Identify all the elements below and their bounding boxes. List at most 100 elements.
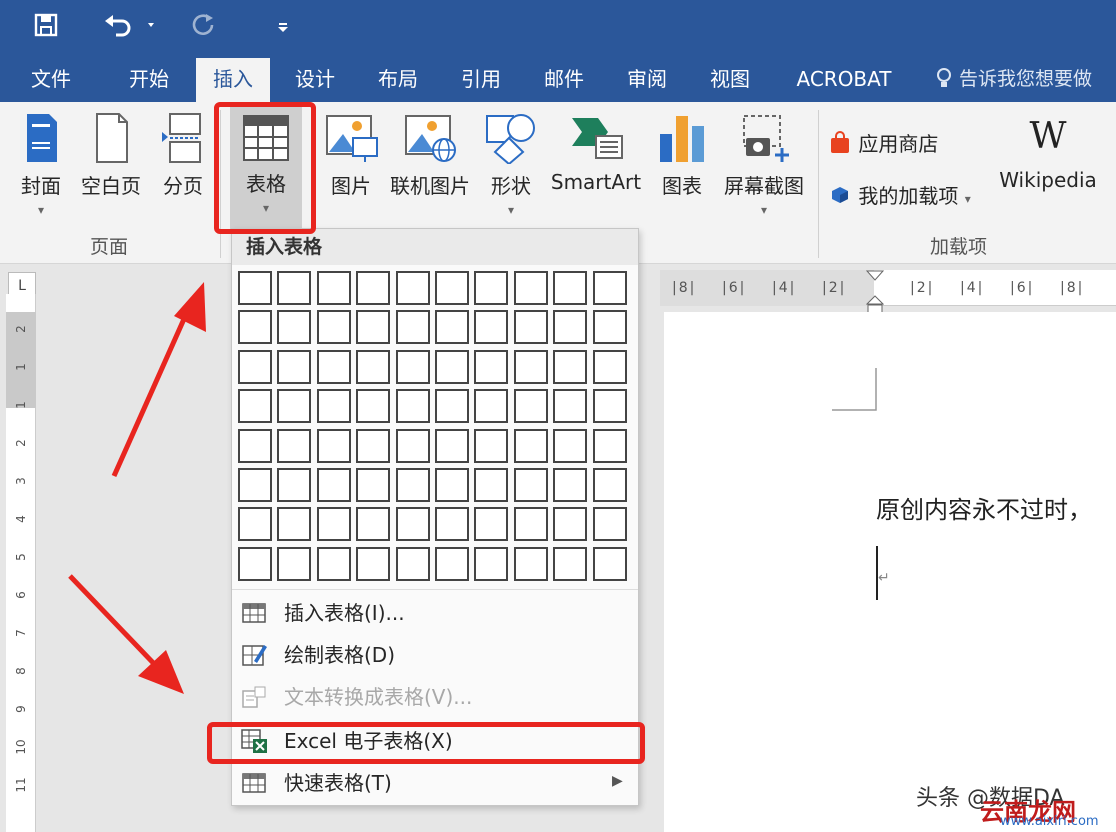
table-grid-cell[interactable] [238,310,272,345]
table-grid-cell[interactable] [592,271,627,305]
table-grid-cell[interactable] [238,349,272,384]
table-grid-cell[interactable] [553,389,588,424]
tab-references[interactable]: 引用 [444,58,518,102]
table-grid-cell[interactable] [513,428,548,463]
table-grid-cell[interactable] [238,428,272,463]
table-grid-cell[interactable] [356,428,391,463]
table-grid-cell[interactable] [435,546,469,581]
tab-file[interactable]: 文件 [14,58,88,102]
table-grid-cell[interactable] [553,468,588,502]
table-grid-cell[interactable] [238,546,272,581]
wikipedia-button[interactable]: W Wikipedia [996,112,1100,222]
table-grid-cell[interactable] [592,428,627,463]
table-grid-cell[interactable] [277,349,312,384]
tell-me-box[interactable]: 告诉我您想要做 [935,58,1092,102]
table-grid-cell[interactable] [513,271,548,305]
table-grid-cell[interactable] [277,389,312,424]
table-grid-cell[interactable] [316,310,351,345]
table-grid-cell[interactable] [435,389,469,424]
table-grid-cell[interactable] [356,349,391,384]
store-button[interactable]: 应用商店 [828,128,938,157]
table-grid-cell[interactable] [592,468,627,502]
table-grid-cell[interactable] [316,389,351,424]
table-grid-cell[interactable] [238,271,272,305]
table-grid-cell[interactable] [513,468,548,502]
table-grid-cell[interactable] [277,310,312,345]
table-grid-cell[interactable] [356,271,391,305]
table-grid-cell[interactable] [474,271,509,305]
table-grid-cell[interactable] [553,271,588,305]
table-grid-cell[interactable] [474,468,509,502]
pictures-button[interactable]: 图片 [320,112,382,222]
table-grid-cell[interactable] [316,428,351,463]
table-grid-cell[interactable] [513,546,548,581]
undo-icon[interactable] [100,12,160,47]
customize-icon[interactable] [270,12,296,47]
table-grid-cell[interactable] [592,546,627,581]
table-grid-cell[interactable] [395,507,430,542]
table-grid-cell[interactable] [395,349,430,384]
table-grid-cell[interactable] [356,507,391,542]
chart-button[interactable]: 图表 [652,112,712,222]
table-grid-cell[interactable] [553,428,588,463]
table-grid-cell[interactable] [238,468,272,502]
table-size-grid[interactable] [238,271,632,585]
table-grid-cell[interactable] [592,349,627,384]
screenshot-button[interactable]: 屏幕截图 ▾ [716,112,812,222]
table-grid-cell[interactable] [395,271,430,305]
table-grid-cell[interactable] [474,507,509,542]
table-grid-cell[interactable] [474,546,509,581]
table-grid-cell[interactable] [395,310,430,345]
tab-acrobat[interactable]: ACROBAT [785,58,903,102]
table-grid-cell[interactable] [316,546,351,581]
menu-item-insert-table[interactable]: 插入表格(I)... [232,593,638,633]
tab-view[interactable]: 视图 [693,58,767,102]
menu-item-draw-table[interactable]: 绘制表格(D) [232,635,638,675]
table-grid-cell[interactable] [474,310,509,345]
table-grid-cell[interactable] [277,546,312,581]
table-grid-cell[interactable] [474,349,509,384]
table-grid-cell[interactable] [553,310,588,345]
table-grid-cell[interactable] [435,468,469,502]
online-pictures-button[interactable]: 联机图片 [388,112,472,222]
page-break-button[interactable]: 分页 [154,112,212,222]
table-grid-cell[interactable] [513,310,548,345]
table-grid-cell[interactable] [592,310,627,345]
table-grid-cell[interactable] [435,310,469,345]
blank-page-button[interactable]: 空白页 [76,112,146,222]
shapes-button[interactable]: 形状 ▾ [482,112,540,222]
save-icon[interactable] [28,12,64,47]
table-grid-cell[interactable] [277,428,312,463]
table-grid-cell[interactable] [316,271,351,305]
tab-insert[interactable]: 插入 [196,58,270,102]
table-grid-cell[interactable] [474,428,509,463]
table-grid-cell[interactable] [474,389,509,424]
document-page[interactable]: ↵ [664,312,1116,832]
table-grid-cell[interactable] [553,546,588,581]
table-grid-cell[interactable] [277,271,312,305]
table-grid-cell[interactable] [435,349,469,384]
redo-icon[interactable] [186,12,222,47]
table-grid-cell[interactable] [277,507,312,542]
tab-design[interactable]: 设计 [278,58,352,102]
table-grid-cell[interactable] [356,389,391,424]
table-grid-cell[interactable] [435,271,469,305]
table-grid-cell[interactable] [316,349,351,384]
table-grid-cell[interactable] [592,389,627,424]
table-grid-cell[interactable] [592,507,627,542]
table-grid-cell[interactable] [356,546,391,581]
table-grid-cell[interactable] [238,507,272,542]
table-grid-cell[interactable] [277,468,312,502]
smartart-button[interactable]: SmartArt [548,112,644,222]
table-grid-cell[interactable] [553,349,588,384]
table-grid-cell[interactable] [395,428,430,463]
table-grid-cell[interactable] [435,428,469,463]
tab-review[interactable]: 审阅 [610,58,684,102]
table-grid-cell[interactable] [435,507,469,542]
tab-mailings[interactable]: 邮件 [527,58,601,102]
indent-marker-icon[interactable] [866,270,884,314]
menu-item-quick-tables[interactable]: 快速表格(T) ▶ [232,763,638,803]
table-grid-cell[interactable] [316,507,351,542]
table-grid-cell[interactable] [356,468,391,502]
cover-page-button[interactable]: 封面 ▾ [12,112,70,222]
